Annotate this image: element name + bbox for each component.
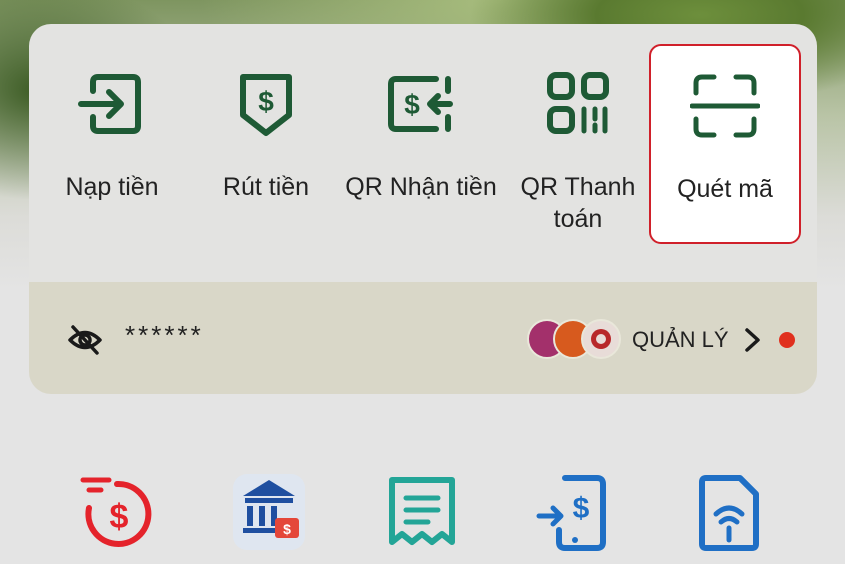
cash-dollar-icon: $ xyxy=(80,477,152,547)
service-bill[interactable] xyxy=(384,472,460,552)
eye-off-icon[interactable] xyxy=(67,322,103,358)
notification-dot xyxy=(779,332,795,348)
deposit-icon xyxy=(78,74,141,134)
svg-text:$: $ xyxy=(573,492,590,525)
svg-text:$: $ xyxy=(404,89,420,120)
quick-action-qr-receive[interactable]: $ QR Nhận tiền xyxy=(345,24,497,264)
svg-text:$: $ xyxy=(110,498,129,536)
transfer-icon: $ xyxy=(536,475,606,551)
balance-value: ****** xyxy=(125,320,204,350)
bank-logo xyxy=(581,319,621,359)
qr-receive-icon: $ xyxy=(388,76,453,132)
manage-link[interactable]: QUẢN LÝ xyxy=(632,327,729,353)
bank-icon: $ xyxy=(233,474,305,550)
withdraw-icon: $ xyxy=(240,74,292,136)
sim-wifi-icon xyxy=(699,475,759,551)
wallet-card: Nạp tiền $ Rút tiền $ QR Nhận tiền QR Th… xyxy=(29,24,817,394)
quick-action-qr-pay[interactable]: QR Thanh toán xyxy=(501,24,655,264)
service-bank[interactable]: $ xyxy=(231,472,307,552)
quick-action-label: Nạp tiền xyxy=(65,173,159,201)
svg-text:$: $ xyxy=(283,521,291,537)
linked-accounts[interactable] xyxy=(527,319,623,359)
quick-action-scan[interactable]: Quét mã xyxy=(649,44,801,244)
service-cash[interactable]: $ xyxy=(79,472,155,552)
service-transfer[interactable]: $ xyxy=(535,472,611,552)
chevron-right-icon[interactable] xyxy=(743,326,763,354)
receipt-icon xyxy=(389,477,455,545)
quick-action-label: QR Nhận tiền xyxy=(345,173,497,201)
quick-action-label: Quét mã xyxy=(677,175,773,203)
quick-action-label: QR Thanh toán xyxy=(520,173,636,233)
service-sim[interactable] xyxy=(692,472,768,552)
balance-bar: ****** QUẢN LÝ xyxy=(29,282,817,394)
quick-action-deposit[interactable]: Nạp tiền xyxy=(29,24,195,264)
scan-icon xyxy=(690,74,760,138)
qr-pay-icon xyxy=(547,72,609,134)
svg-text:$: $ xyxy=(258,86,274,117)
quick-action-label: Rút tiền xyxy=(222,173,310,201)
quick-action-withdraw[interactable]: $ Rút tiền xyxy=(187,24,345,264)
